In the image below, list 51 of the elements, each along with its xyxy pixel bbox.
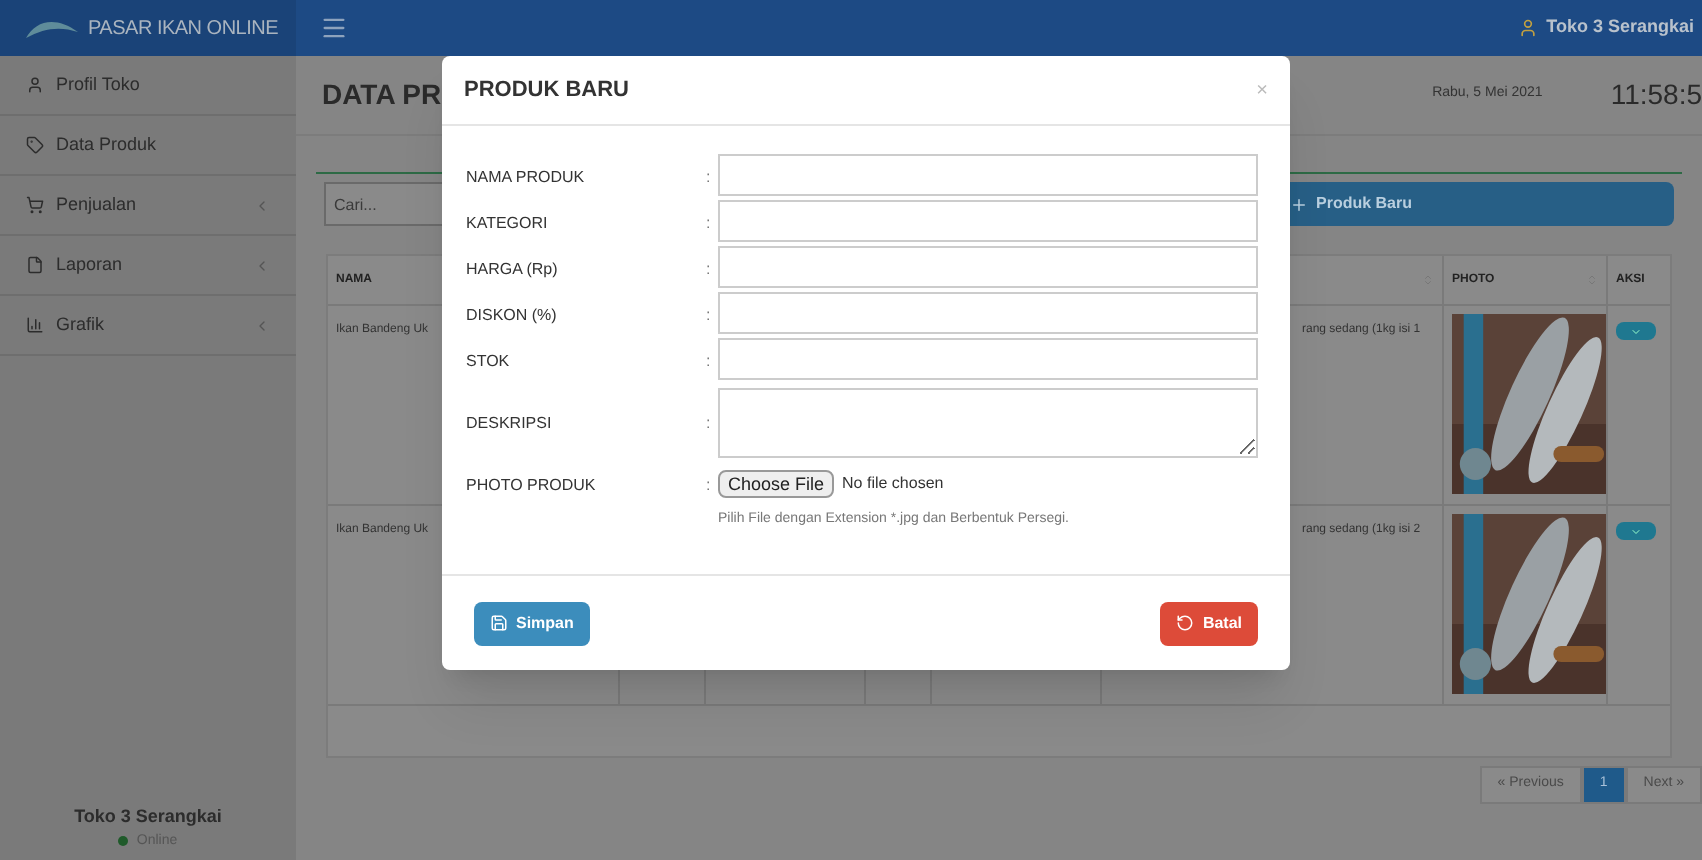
- close-button[interactable]: ×: [1256, 75, 1268, 105]
- colon-text: :: [706, 212, 713, 236]
- field-label: KATEGORI: [466, 212, 550, 236]
- cart-icon: [26, 196, 44, 214]
- sidebar-item[interactable]: Data Produk: [0, 116, 296, 176]
- brand-name: PASAR IKAN ONLINE: [88, 15, 279, 43]
- field-label: PHOTO PRODUK: [466, 474, 598, 498]
- colon-text: :: [706, 258, 713, 282]
- save-button[interactable]: Simpan: [474, 601, 590, 645]
- user-icon: [1518, 18, 1539, 38]
- action-button[interactable]: [1616, 322, 1656, 340]
- undo-icon: [1176, 614, 1195, 632]
- dialog-title: PRODUK BARU: [464, 75, 629, 106]
- colon-text: :: [706, 412, 713, 436]
- choose-file-button[interactable]: Choose File: [718, 470, 835, 498]
- text-field[interactable]: [718, 292, 1258, 334]
- user-name[interactable]: Toko 3 Serangkai: [1546, 14, 1694, 42]
- plus-icon: [1290, 195, 1308, 213]
- text-field[interactable]: [718, 154, 1258, 196]
- field-label: DESKRIPSI: [466, 412, 554, 436]
- save-icon: [490, 614, 508, 632]
- clock-text: 11:58:5: [1610, 76, 1702, 114]
- field-label: DISKON (%): [466, 304, 559, 328]
- field-label: STOK: [466, 350, 512, 374]
- caret-icon: [1630, 525, 1642, 537]
- text-field[interactable]: [718, 338, 1258, 380]
- chart-icon: [26, 316, 44, 334]
- colon-text: :: [706, 474, 713, 498]
- user-icon: [26, 76, 44, 94]
- file-icon: [26, 256, 44, 274]
- action-button[interactable]: [1616, 522, 1656, 540]
- cancel-button[interactable]: Batal: [1160, 601, 1258, 645]
- file-status-text: No file chosen: [842, 472, 944, 496]
- page-title: DATA PR: [322, 76, 442, 114]
- colon-text: :: [706, 166, 713, 190]
- colon-text: :: [706, 304, 713, 328]
- text-field[interactable]: [718, 246, 1258, 288]
- sidebar-item[interactable]: Profil Toko: [0, 56, 296, 116]
- sidebar-item[interactable]: Laporan: [0, 236, 296, 296]
- footer-user-name: Toko 3 Serangkai: [74, 804, 222, 830]
- tag-icon: [26, 136, 44, 154]
- caret-icon: [1630, 325, 1642, 337]
- menu-icon[interactable]: [320, 14, 348, 42]
- sidebar-item[interactable]: Penjualan: [0, 176, 296, 236]
- fish-logo-icon: [24, 16, 80, 40]
- colon-text: :: [706, 350, 713, 374]
- field-label: NAMA PRODUK: [466, 166, 587, 190]
- field-label: HARGA (Rp): [466, 258, 560, 282]
- text-field[interactable]: [718, 200, 1258, 242]
- sidebar-item[interactable]: Grafik: [0, 296, 296, 356]
- description-field[interactable]: [718, 388, 1258, 458]
